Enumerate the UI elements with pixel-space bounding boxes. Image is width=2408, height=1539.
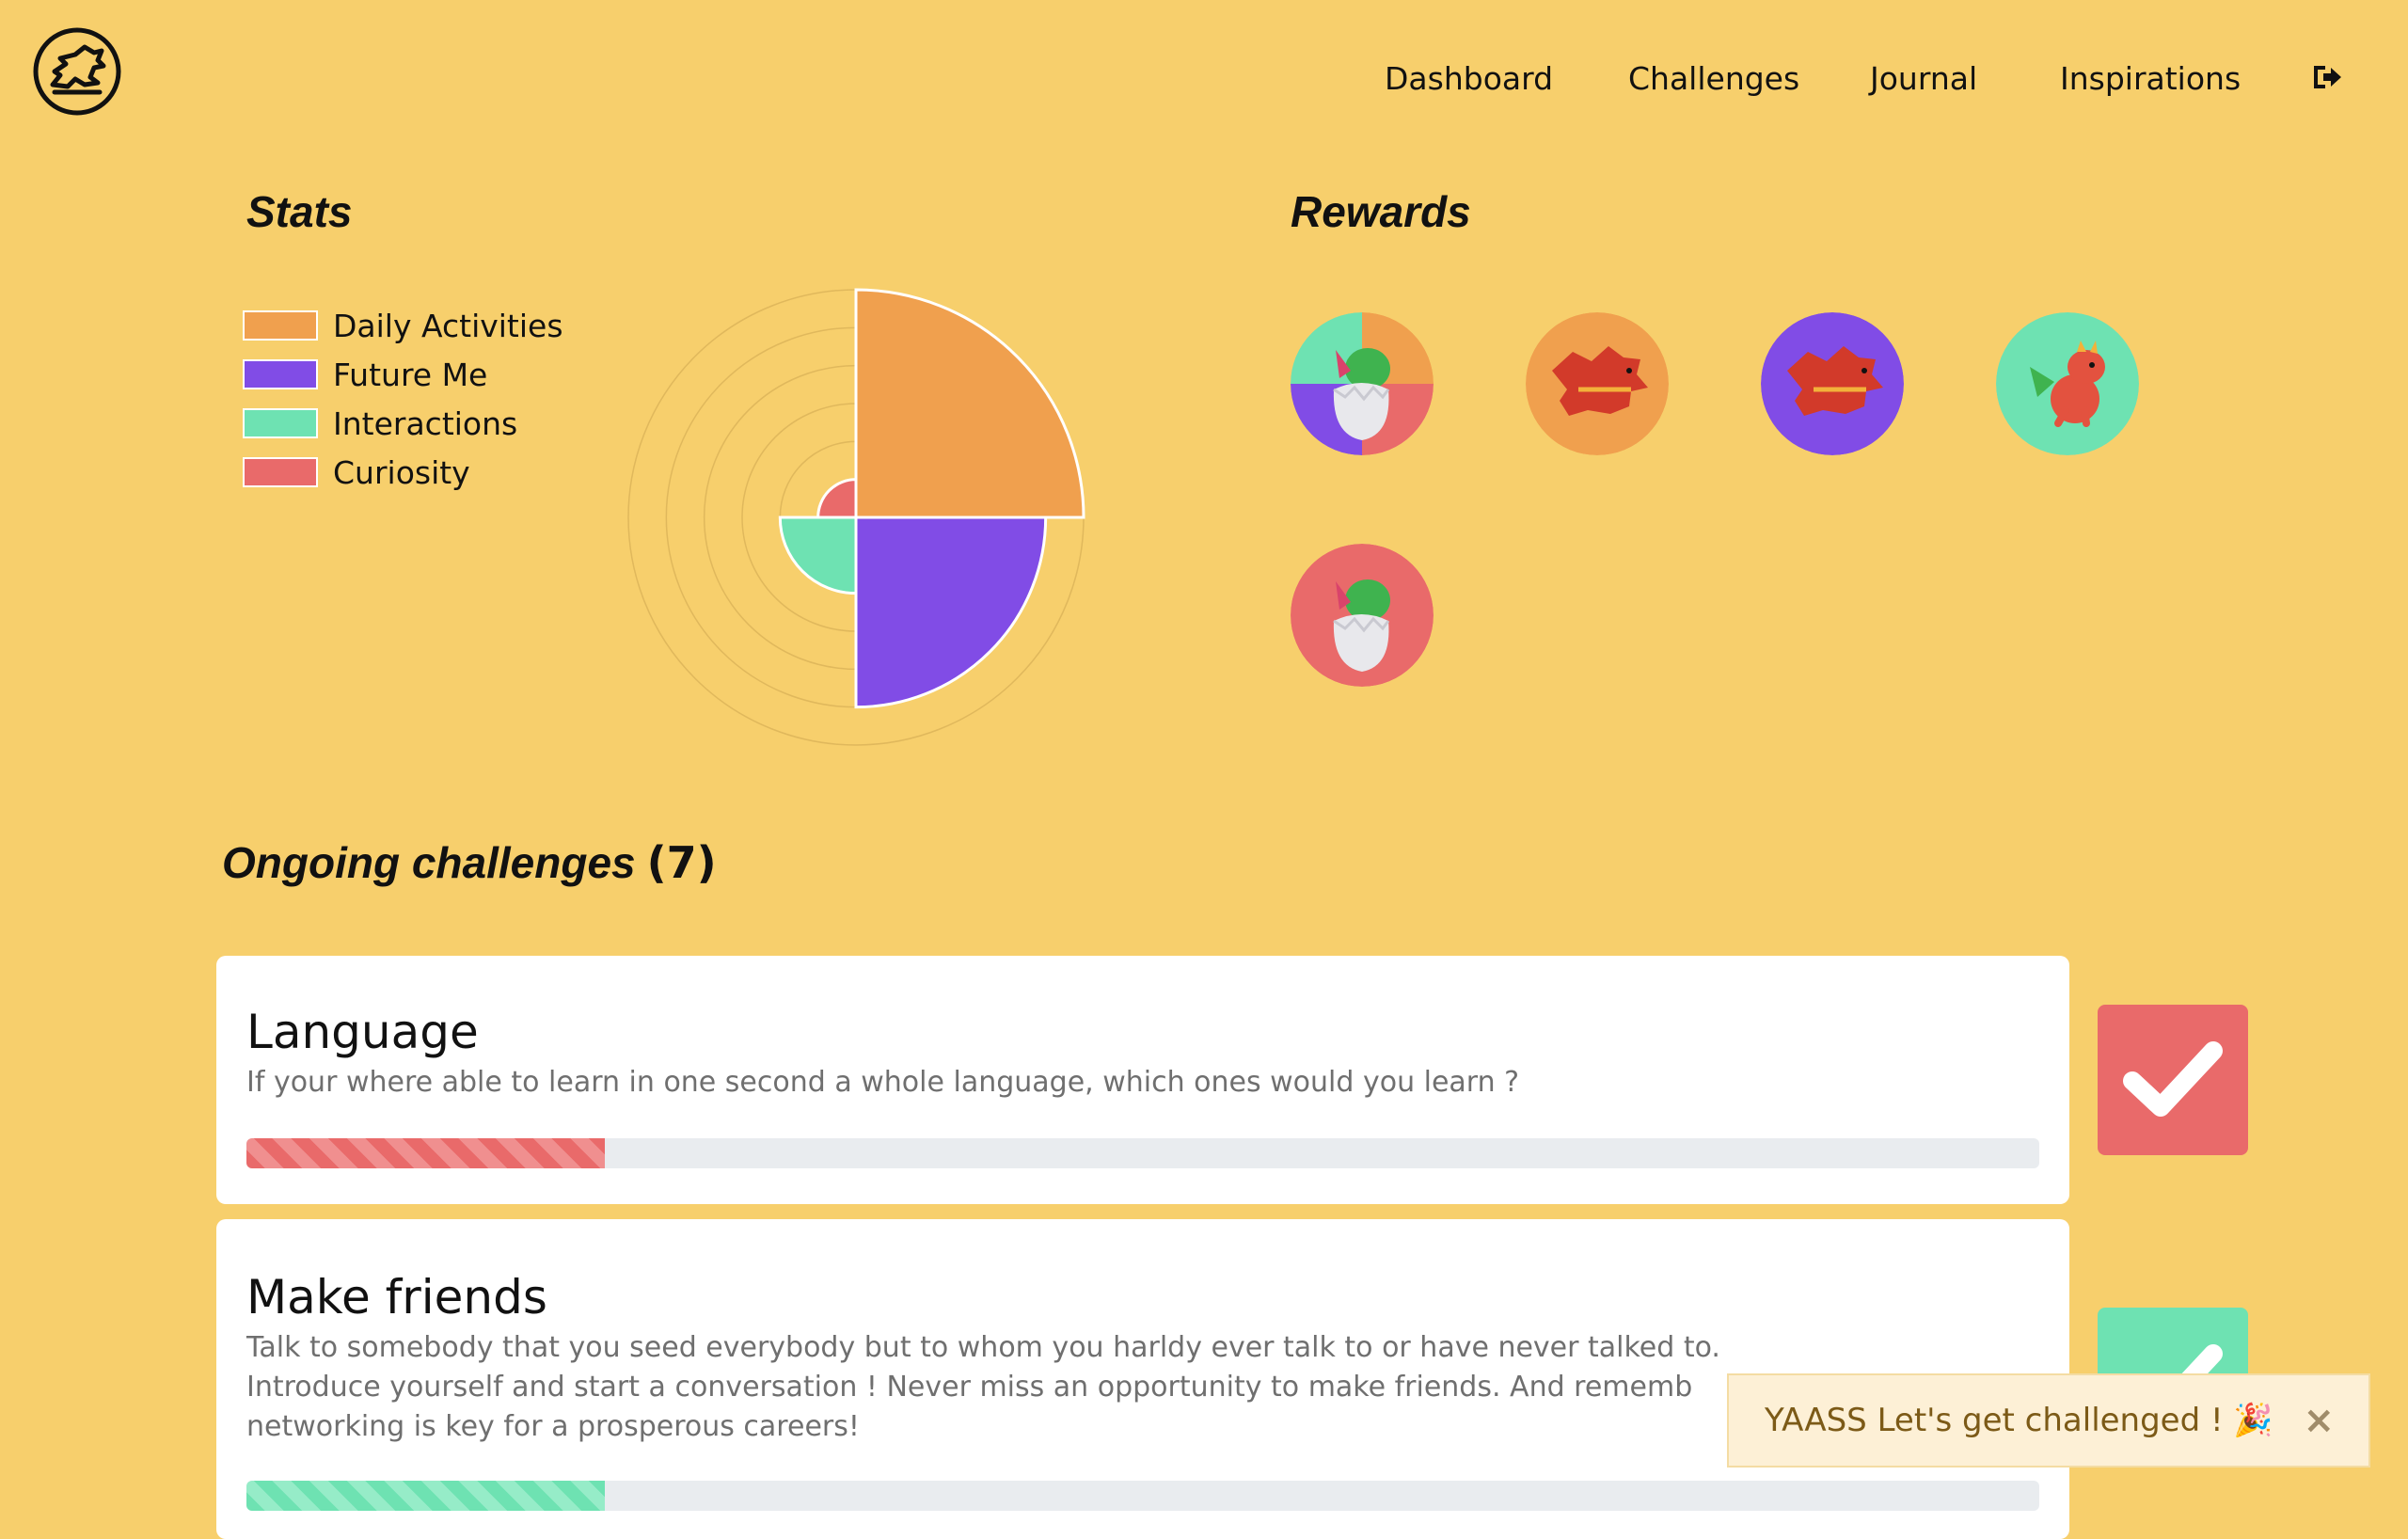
toast-close-button[interactable]: × (2303, 1399, 2335, 1442)
challenge-description: If your where able to learn in one secon… (246, 1066, 1520, 1099)
progress-fill (246, 1481, 606, 1511)
nav-challenges-link[interactable]: Challenges (1628, 60, 1799, 97)
chart-segment-daily-activities[interactable] (854, 288, 1085, 519)
red-dragon-orange-badge[interactable] (1526, 312, 1669, 455)
ongoing-count: (7) (646, 837, 717, 888)
nav-journal-link[interactable]: Journal (1870, 60, 1977, 97)
nav-inspirations[interactable]: Inspirations (2060, 55, 2241, 102)
dragon-egg-icon (1291, 544, 1434, 687)
check-icon (2123, 1041, 2223, 1117)
chart-segment-interactions[interactable] (778, 516, 858, 595)
complete-challenge-button[interactable] (2098, 1005, 2248, 1155)
legend-item-interactions[interactable]: Interactions (243, 399, 563, 448)
progress-fill (246, 1138, 606, 1168)
legend-item-curiosity[interactable]: Curiosity (243, 448, 563, 497)
app-logo[interactable] (32, 26, 122, 117)
challenge-title: Make friends (246, 1270, 547, 1325)
challenge-title: Language (246, 1005, 479, 1059)
legend-swatch (243, 310, 318, 341)
legend-label: Future Me (333, 356, 488, 393)
challenge-card-language[interactable]: Language If your where able to learn in … (216, 956, 2069, 1204)
chart-segment-curiosity[interactable] (816, 478, 858, 519)
nav-dashboard[interactable]: Dashboard (1385, 55, 1553, 102)
rewards-title: Rewards (1291, 187, 1471, 236)
description-line: Talk to somebody that you seed everybody… (246, 1331, 1720, 1364)
stats-legend: Daily Activities Future Me Interactions … (243, 301, 563, 497)
dragon-egg-icon (1291, 312, 1434, 455)
challenge-progress-bar (246, 1481, 2039, 1511)
legend-item-future-me[interactable]: Future Me (243, 350, 563, 399)
baby-dragon-icon (1996, 312, 2139, 455)
red-dragon-icon (1526, 312, 1669, 455)
legend-label: Interactions (333, 405, 518, 442)
ongoing-title: Ongoing challenges (222, 838, 636, 887)
toast-notification: YAASS Let's get challenged ! 🎉 × (1727, 1373, 2370, 1468)
stats-title: Stats (246, 187, 353, 236)
legend-item-daily-activities[interactable]: Daily Activities (243, 301, 563, 350)
legend-label: Curiosity (333, 453, 470, 491)
challenge-progress-bar (246, 1138, 2039, 1168)
dragon-egg-red-badge[interactable] (1291, 544, 1434, 687)
legend-label: Daily Activities (333, 307, 563, 344)
legend-swatch (243, 408, 318, 438)
nav-challenges[interactable]: Challenges (1628, 55, 1799, 102)
toast-message: YAASS Let's get challenged ! 🎉 (1765, 1402, 2273, 1439)
baby-dragon-green-badge[interactable] (1996, 312, 2139, 455)
sign-out-icon (2314, 66, 2341, 88)
ongoing-header: Ongoing challenges (7) (222, 837, 717, 888)
legend-swatch (243, 359, 318, 389)
stats-polar-chart (627, 288, 1085, 746)
dragon-egg-multicolor-badge[interactable] (1291, 312, 1434, 455)
nav-inspirations-link[interactable]: Inspirations (2060, 60, 2241, 97)
logout-button[interactable] (2310, 60, 2344, 94)
dragon-logo-icon (33, 27, 121, 116)
red-dragon-icon (1761, 312, 1904, 455)
legend-swatch (243, 457, 318, 487)
nav-journal[interactable]: Journal (1870, 55, 1977, 102)
red-dragon-purple-badge[interactable] (1761, 312, 1904, 455)
nav-dashboard-link[interactable]: Dashboard (1385, 60, 1553, 97)
